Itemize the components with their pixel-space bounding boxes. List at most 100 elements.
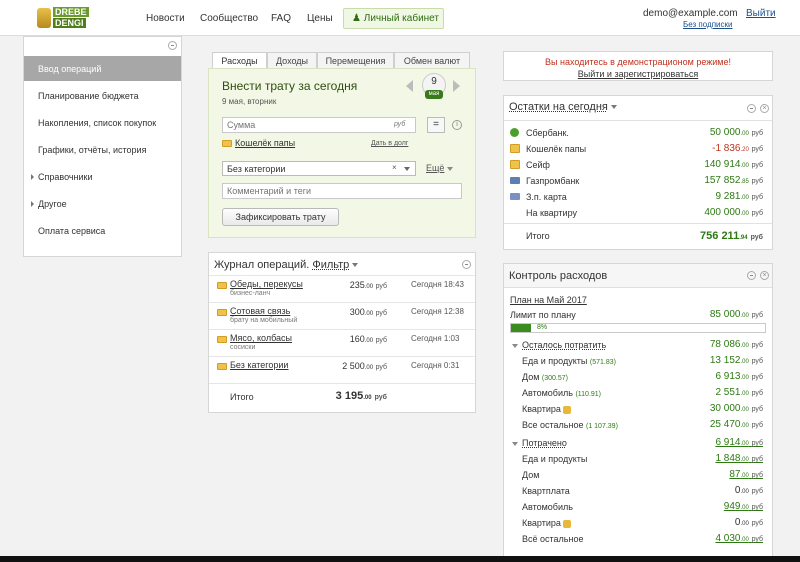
close-icon[interactable]: × <box>760 104 769 113</box>
balances-total-amount: 756 211.94 руб <box>700 230 763 242</box>
calculator-button[interactable]: = <box>427 117 445 133</box>
minimize-icon[interactable] <box>747 271 756 280</box>
remaining-row-name: Автомобиль (110.91) <box>522 388 602 398</box>
chevron-down-icon[interactable] <box>610 105 617 110</box>
journal-row-category[interactable]: Сотовая связь <box>230 306 290 316</box>
account-row[interactable]: Сбербанк. 50 000.00 руб <box>504 125 772 141</box>
collapse-arrow-icon[interactable] <box>512 344 518 348</box>
folder-icon <box>510 160 520 169</box>
journal-row[interactable]: Обеды, перекусы бизнес-ланч 235.00 руб С… <box>209 275 475 302</box>
folder-icon <box>217 309 227 316</box>
progress-fill <box>511 324 532 332</box>
journal-row-time: Сегодня 12:38 <box>411 307 464 316</box>
account-balance: 140 914.00 руб <box>704 159 763 170</box>
wallet-selector[interactable]: Кошелёк папы <box>222 138 295 148</box>
account-row[interactable]: На квартиру 400 000.00 руб <box>504 205 772 221</box>
journal-row[interactable]: Мясо, колбасы сосиски 160.00 руб Сегодня… <box>209 329 475 356</box>
amount-input[interactable] <box>222 117 416 133</box>
journal-row-category[interactable]: Мясо, колбасы <box>230 333 292 343</box>
minimize-icon[interactable] <box>168 41 177 50</box>
account-row[interactable]: Кошелёк папы -1 836.20 руб <box>504 141 772 157</box>
sidebar-item-reports[interactable]: Графики, отчёты, история <box>24 137 181 162</box>
more-link[interactable]: Ещё <box>426 163 444 173</box>
expand-arrow-icon <box>31 201 34 207</box>
nav-prices[interactable]: Цены <box>307 13 333 24</box>
remaining-label[interactable]: Осталось потратить <box>522 340 606 350</box>
journal-row[interactable]: Без категории 2 500.00 руб Сегодня 0:31 <box>209 356 475 383</box>
journal-row[interactable]: Сотовая связь брату на мобильный 300.00 … <box>209 302 475 329</box>
sidebar-item-label: Ввод операций <box>38 64 102 74</box>
folder-icon <box>217 363 227 370</box>
nav-faq[interactable]: FAQ <box>271 13 291 24</box>
sidebar-item-savings[interactable]: Накопления, список покупок <box>24 110 181 135</box>
account-row[interactable]: Сейф 140 914.00 руб <box>504 157 772 173</box>
journal-row-time: Сегодня 1:03 <box>411 334 460 343</box>
cabinet-button[interactable]: ♟ Личный кабинет <box>343 8 444 29</box>
sidebar-item-budget[interactable]: Планирование бюджета <box>24 83 181 108</box>
journal-row-comment: бизнес-ланч <box>230 290 271 297</box>
account-row[interactable]: З.п. карта 9 281.00 руб <box>504 189 772 205</box>
submit-expense-button[interactable]: Зафиксировать трату <box>222 208 339 226</box>
tab-expenses[interactable]: Расходы <box>212 52 267 69</box>
plan-link[interactable]: План на Май 2017 <box>510 295 587 305</box>
info-icon[interactable]: i <box>452 120 462 130</box>
remaining-header[interactable]: Осталось потратить 78 086.00 руб <box>504 338 772 353</box>
sidebar-item-other[interactable]: Другое <box>24 191 181 216</box>
sidebar-item-label: Графики, отчёты, история <box>38 145 147 155</box>
date-badge[interactable]: 9 мая <box>422 73 446 99</box>
sidebar-item-label: Другое <box>38 199 67 209</box>
tab-transfers[interactable]: Перемещения <box>317 52 394 69</box>
expense-control-panel: Контроль расходов × План на Май 2017 Лим… <box>503 263 773 558</box>
nav-community[interactable]: Сообщество <box>200 13 258 24</box>
next-day-arrow-icon[interactable] <box>453 80 460 92</box>
sidebar-item-references[interactable]: Справочники <box>24 164 181 189</box>
logo[interactable]: DREBE DENGI <box>37 6 89 30</box>
prev-day-arrow-icon[interactable] <box>406 80 413 92</box>
nav-news[interactable]: Новости <box>146 13 185 24</box>
expense-date: 9 мая, вторник <box>222 97 277 106</box>
register-link[interactable]: Выйти и зарегистрироваться <box>504 69 772 79</box>
sidebar-item-operations[interactable]: Ввод операций <box>24 56 181 81</box>
expense-form-title: Внести трату за сегодня <box>222 79 358 93</box>
chevron-down-icon[interactable] <box>352 263 359 268</box>
balances-title[interactable]: Остатки на сегодня <box>509 101 617 113</box>
wallet-name: Кошелёк папы <box>235 138 296 148</box>
journal-filter[interactable]: Фильтр <box>312 259 349 271</box>
remaining-row-amount: 2 551.00 руб <box>715 387 763 398</box>
spent-amount[interactable]: 6 914.00 руб <box>715 437 763 448</box>
logout-link[interactable]: Выйти <box>746 8 776 19</box>
account-balance: -1 836.20 руб <box>712 143 763 154</box>
chevron-down-icon[interactable] <box>447 167 453 171</box>
journal-row-category[interactable]: Обеды, перекусы <box>230 279 303 289</box>
sidebar-item-payment[interactable]: Оплата сервиса <box>24 218 181 243</box>
category-select[interactable]: Без категории <box>222 161 416 176</box>
journal-row-category[interactable]: Без категории <box>230 360 288 370</box>
progress-label: 8% <box>537 324 548 331</box>
logo-coin-icon <box>37 8 51 28</box>
tab-exchange[interactable]: Обмен валют <box>394 52 470 69</box>
spent-row-amount[interactable]: 87.00 руб <box>729 469 763 480</box>
spent-label[interactable]: Потрачено <box>522 438 567 448</box>
spent-row-amount[interactable]: 949.00 руб <box>724 501 763 512</box>
lend-link[interactable]: Дать в долг <box>371 140 408 147</box>
users-icon: ♟ <box>352 13 361 24</box>
chevron-down-icon[interactable] <box>404 167 410 171</box>
minimize-icon[interactable] <box>462 260 471 269</box>
minimize-icon[interactable] <box>747 104 756 113</box>
collapse-arrow-icon[interactable] <box>512 442 518 446</box>
account-row[interactable]: Газпромбанк 157 852.85 руб <box>504 173 772 189</box>
comment-input[interactable] <box>222 183 462 199</box>
limit-row: Лимит по плану 85 000.00 руб <box>504 308 772 323</box>
journal-title: Журнал операций. Фильтр <box>214 259 359 271</box>
close-icon[interactable]: × <box>760 271 769 280</box>
subscription-link[interactable]: Без подписки <box>683 20 732 29</box>
clear-category-icon[interactable]: × <box>392 163 397 172</box>
date-badge-month: мая <box>425 90 443 99</box>
spent-row: Квартира 0.00 руб <box>504 516 772 531</box>
spent-header[interactable]: Потрачено 6 914.00 руб <box>504 436 772 451</box>
spent-row-amount[interactable]: 4 030.00 руб <box>715 533 763 544</box>
remaining-row: Автомобиль (110.91) 2 551.00 руб <box>504 386 772 401</box>
remaining-amount: 78 086.00 руб <box>709 339 763 350</box>
tab-income[interactable]: Доходы <box>267 52 317 69</box>
spent-row-amount[interactable]: 1 848.00 руб <box>715 453 763 464</box>
